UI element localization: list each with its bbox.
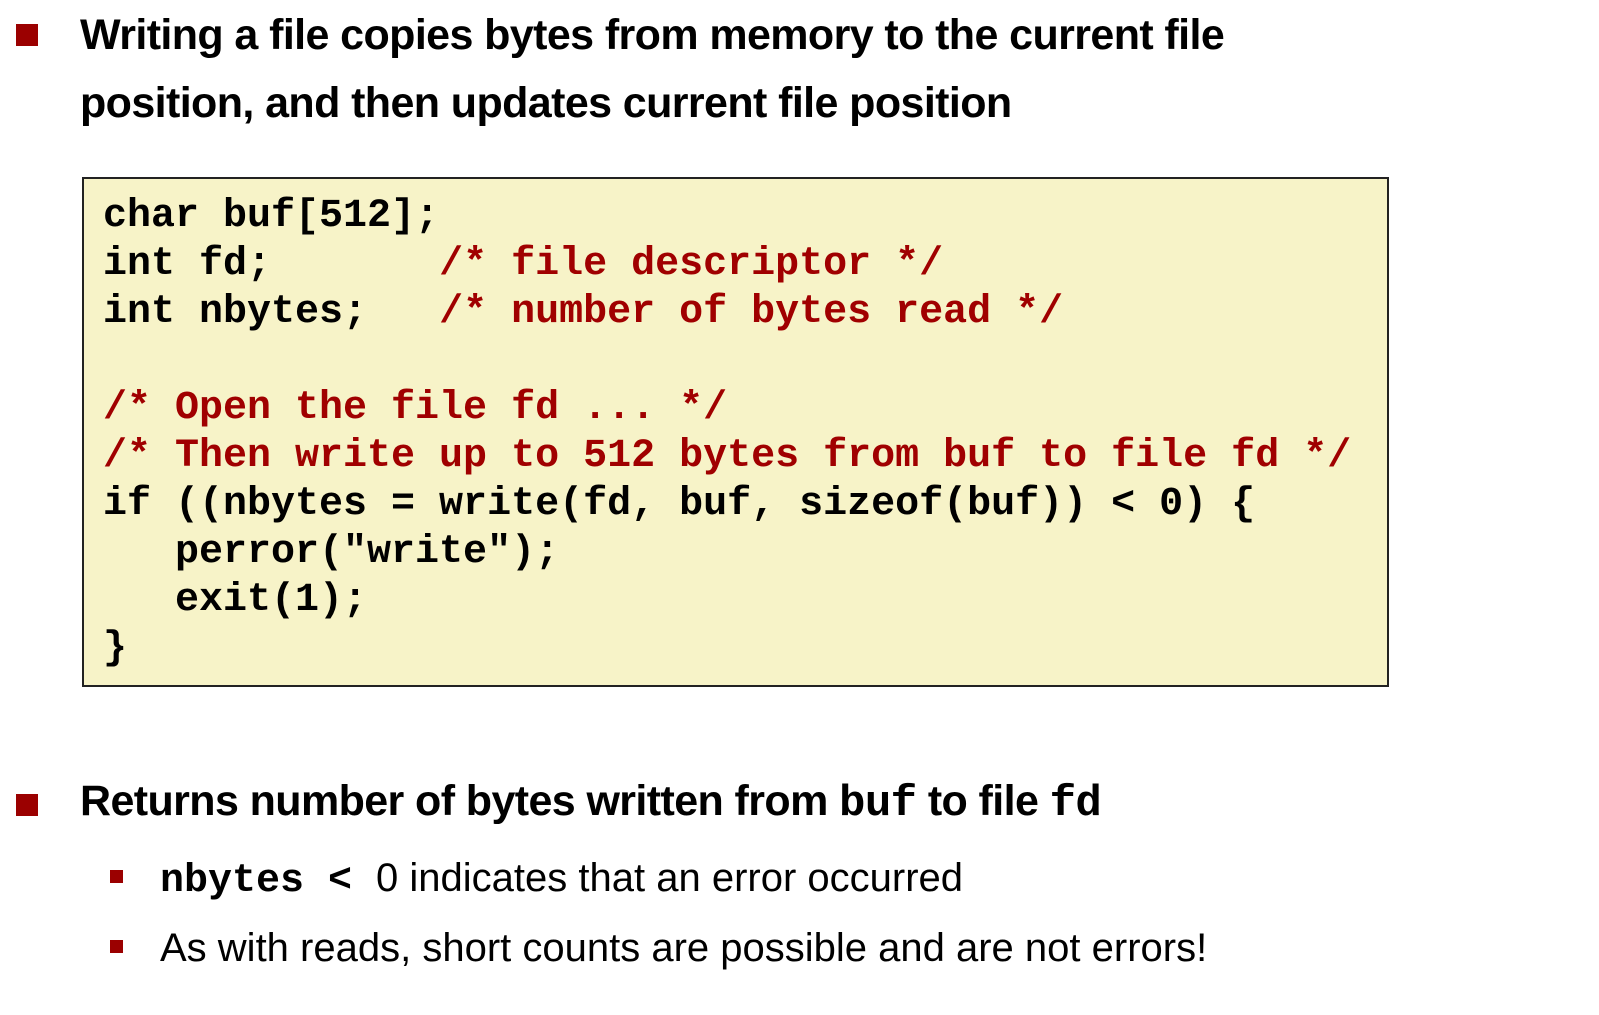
code-comment: /* Then write up to 512 bytes from buf t…	[103, 434, 1352, 479]
code-text: int nbytes;	[103, 290, 440, 335]
code-line: char buf[512];	[103, 193, 1351, 241]
sub-bullet-marker	[110, 940, 123, 953]
bullet2-prefix: Returns number of bytes written from	[80, 777, 840, 825]
bullet1-line1: Writing a file copies bytes from memory …	[80, 11, 1225, 59]
code-text: }	[103, 626, 128, 671]
sub1-text: indicates that an error occurred	[398, 856, 964, 900]
code-line: if ((nbytes = write(fd, buf, sizeof(buf)…	[103, 481, 1351, 529]
code-line: /* Open the file fd ... */	[103, 385, 1351, 433]
code-buf: buf	[839, 779, 917, 829]
code-line: int fd; /* file descriptor */	[103, 241, 1351, 289]
zero: 0	[376, 856, 399, 900]
bullet2-middle: to file	[916, 777, 1050, 825]
bullet2-text: Returns number of bytes written from buf…	[80, 766, 1102, 839]
code-line: }	[103, 625, 1351, 673]
code-text: if ((nbytes = write(fd, buf, sizeof(buf)…	[103, 482, 1256, 527]
code-comment: /* number of bytes read */	[439, 290, 1064, 335]
sub-bullet-marker	[110, 870, 123, 883]
code-line: perror("write");	[103, 529, 1351, 577]
code-line: /* Then write up to 512 bytes from buf t…	[103, 433, 1351, 481]
code-line: int nbytes; /* number of bytes read */	[103, 289, 1351, 337]
code-text: int fd;	[103, 242, 440, 287]
code-listing: char buf[512]; int fd; /* file descriptor…	[103, 193, 1351, 673]
bullet-marker	[16, 24, 38, 46]
code-block: char buf[512]; int fd; /* file descriptor…	[82, 177, 1389, 687]
code-text: char buf[512];	[103, 194, 440, 239]
sub-bullet-2: As with reads, short counts are possible…	[160, 926, 1208, 970]
bullet1-line2: position, and then updates current file …	[80, 79, 1012, 127]
code-text: perror("write");	[103, 530, 560, 575]
sub-bullet-1: nbytes < 0 indicates that an error occur…	[160, 856, 963, 904]
code-fd: fd	[1049, 779, 1102, 829]
code-line: exit(1);	[103, 577, 1351, 625]
bullet-marker	[16, 794, 38, 816]
code-text: exit(1);	[103, 578, 368, 623]
code-nbytes: nbytes <	[160, 859, 377, 904]
code-comment: /* file descriptor */	[439, 242, 944, 287]
code-comment: /* Open the file fd ... */	[103, 386, 728, 431]
